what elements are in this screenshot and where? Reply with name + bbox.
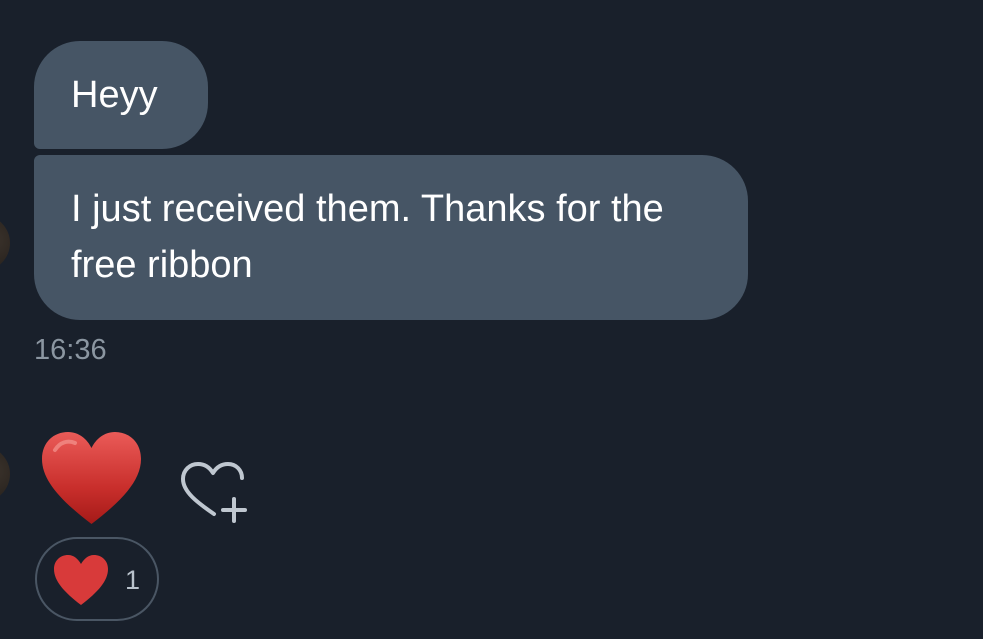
red-heart-icon: [42, 432, 141, 524]
sender-avatar[interactable]: [0, 215, 10, 271]
message-text: I just received them. Thanks for the fre…: [71, 188, 664, 286]
red-heart-icon: [54, 555, 108, 605]
message-bubble[interactable]: I just received them. Thanks for the fre…: [34, 155, 748, 320]
message-bubble[interactable]: Heyy: [34, 41, 208, 149]
add-reaction-icon[interactable]: [176, 459, 254, 525]
reaction-badge[interactable]: 1: [35, 537, 159, 621]
message-text: Heyy: [71, 74, 158, 116]
sender-avatar[interactable]: [0, 446, 10, 502]
message-timestamp: 16:36: [34, 334, 107, 366]
reaction-count: 1: [125, 565, 141, 595]
